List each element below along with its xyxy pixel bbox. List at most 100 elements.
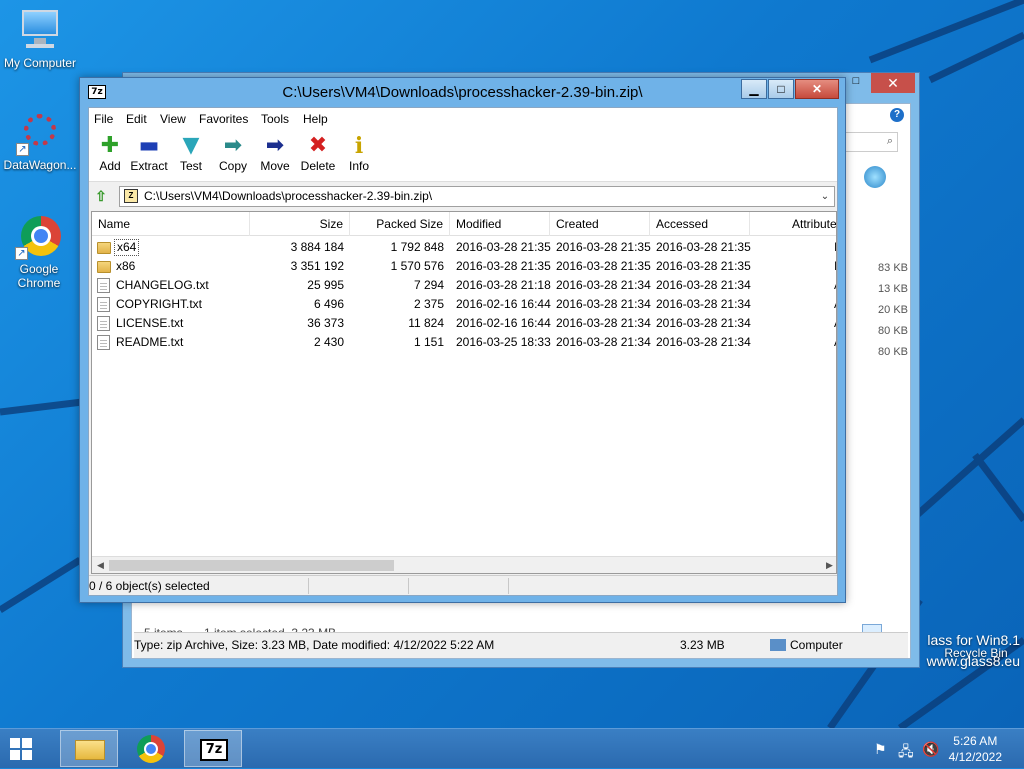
cell-attributes: A [834,295,836,314]
column-header-packed-size[interactable]: Packed Size [350,212,450,236]
taskbar-7zip[interactable]: 7z [184,730,242,767]
cell-created: 2016-03-28 21:35 [556,240,651,254]
copy-icon: ➡ [223,133,243,158]
table-row[interactable]: x64 3 884 184 1 792 848 2016-03-28 21:35 201… [92,238,836,257]
cell-packed-size: 1 792 848 [390,240,444,254]
folder-icon [97,261,111,273]
zip-archive-icon: Z [124,189,138,203]
menu-tools[interactable]: Tools [261,112,289,126]
address-input[interactable]: Z C:\Users\VM4\Downloads\processhacker-2… [119,186,835,207]
cell-size: 25 995 [307,278,344,292]
shortcut-arrow-icon: ↗ [16,143,29,156]
computer-icon [18,8,62,52]
taskbar-clock[interactable]: 5:26 AM 4/12/2022 [949,733,1002,765]
chevron-down-icon[interactable]: ⌄ [818,187,832,206]
cell-name: x86 [116,259,136,273]
taskbar-file-explorer[interactable] [60,730,118,767]
folder-icon [75,740,105,760]
menu-view[interactable]: View [160,112,186,126]
scroll-right-icon[interactable]: ▶ [821,557,836,573]
network-icon[interactable]: 🖧 [898,741,914,765]
cell-created: 2016-03-28 21:34 [556,297,651,311]
table-row[interactable]: COPYRIGHT.txt 6 496 2 375 2016-02-16 16:44 2… [92,295,836,314]
maximize-button[interactable]: □ [768,79,794,99]
menu-file[interactable]: File [94,112,113,126]
titlebar[interactable]: 7z C:\Users\VM4\Downloads\processhacker-… [80,78,845,107]
column-header-attributes[interactable]: Attribute [750,212,836,236]
file-list-header: Name Size Packed Size Modified Created A… [92,212,836,236]
extract-button[interactable]: ▬ Extract [128,133,170,179]
info-icon: i [354,133,364,159]
info-button[interactable]: i Info [338,133,380,179]
explorer-close-button[interactable]: ✕ [871,73,915,93]
selection-status: 0 / 6 object(s) selected [89,578,309,594]
minimize-button[interactable]: ▁ [741,79,767,99]
close-button[interactable]: ✕ [795,79,839,99]
menu-favorites[interactable]: Favorites [199,112,248,126]
desktop-icon-datawagon[interactable]: ↗ DataWagon... [0,110,80,172]
delete-icon: ✖ [308,133,328,158]
column-header-created[interactable]: Created [550,212,650,236]
explorer-status-location: Computer [790,638,843,652]
cell-accessed: 2016-03-28 21:35 [656,259,751,273]
cell-modified: 2016-02-16 16:44 [456,316,551,330]
cell-attributes: A [834,276,836,295]
taskbar-google-chrome[interactable] [122,730,180,767]
move-button[interactable]: ➡ Move [254,133,296,179]
cell-accessed: 2016-03-28 21:34 [656,316,751,330]
cell-size: 3 884 184 [290,240,344,254]
desktop-icon-label: DataWagon... [3,158,77,172]
search-icon: ⌕ [886,135,893,147]
cell-size: 3 351 192 [290,259,344,273]
table-row[interactable]: README.txt 2 430 1 151 2016-03-25 18:33 2016… [92,333,836,352]
add-button[interactable]: ✚ Add [89,133,131,179]
explorer-restore-button[interactable]: □ [845,75,867,91]
cell-accessed: 2016-03-28 21:34 [656,278,751,292]
horizontal-scrollbar[interactable]: ◀ ▶ [92,556,836,573]
test-button[interactable]: ▼ Test [170,133,212,179]
cell-name: CHANGELOG.txt [116,278,209,292]
cell-created: 2016-03-28 21:34 [556,335,651,349]
column-header-modified[interactable]: Modified [450,212,550,236]
column-header-name[interactable]: Name [92,212,250,236]
cell-modified: 2016-02-16 16:44 [456,297,551,311]
desktop-icon-my-computer[interactable]: My Computer [0,8,80,70]
column-header-size[interactable]: Size [250,212,350,236]
status-segment-empty [509,578,829,594]
explorer-search-box[interactable]: ⌕ [838,132,898,152]
sevenzip-window[interactable]: 7z C:\Users\VM4\Downloads\processhacker-… [79,77,846,603]
explorer-status-text: Type: zip Archive, Size: 3.23 MB, Date m… [134,638,495,652]
cell-attributes: A [834,314,836,333]
desktop-icon-label: My Computer [3,56,77,70]
menubar: File Edit View Favorites Tools Help [89,108,837,130]
table-row[interactable]: x86 3 351 192 1 570 576 2016-03-28 21:35 201… [92,257,836,276]
statusbar: 0 / 6 object(s) selected [89,575,837,595]
clock-date: 4/12/2022 [948,750,1002,764]
folder-icon [97,242,111,254]
volume-muted-icon[interactable]: 🔇 [922,741,939,758]
table-row[interactable]: CHANGELOG.txt 25 995 7 294 2016-03-28 21:18… [92,276,836,295]
scroll-thumb[interactable] [109,560,394,571]
delete-label: Delete [300,159,336,173]
table-row[interactable]: LICENSE.txt 36 373 11 824 2016-02-16 16:44 2… [92,314,836,333]
help-icon[interactable]: ? [890,108,904,122]
cell-packed-size: 11 824 [408,316,444,330]
menu-edit[interactable]: Edit [126,112,147,126]
cell-attributes: A [834,333,836,352]
menu-help[interactable]: Help [303,112,328,126]
column-header-accessed[interactable]: Accessed [650,212,750,236]
cell-modified: 2016-03-28 21:35 [456,240,551,254]
explorer-file-size: 13 KB [878,283,908,295]
file-list[interactable]: Name Size Packed Size Modified Created A… [91,211,837,574]
delete-button[interactable]: ✖ Delete [297,133,339,179]
start-button[interactable] [10,738,32,760]
flag-icon[interactable]: ⚑ [874,741,887,758]
chrome-icon: ↗ [15,214,61,260]
copy-button[interactable]: ➡ Copy [212,133,254,179]
scroll-left-icon[interactable]: ◀ [92,557,109,573]
cell-size: 36 373 [307,316,344,330]
glass-watermark: lass for Win8.1 www.glass8.eu [927,630,1020,672]
folder-up-icon[interactable]: ⇧ [93,188,109,204]
desktop-icon-google-chrome[interactable]: ↗ Google Chrome [0,214,79,290]
move-icon: ➡ [265,133,285,158]
